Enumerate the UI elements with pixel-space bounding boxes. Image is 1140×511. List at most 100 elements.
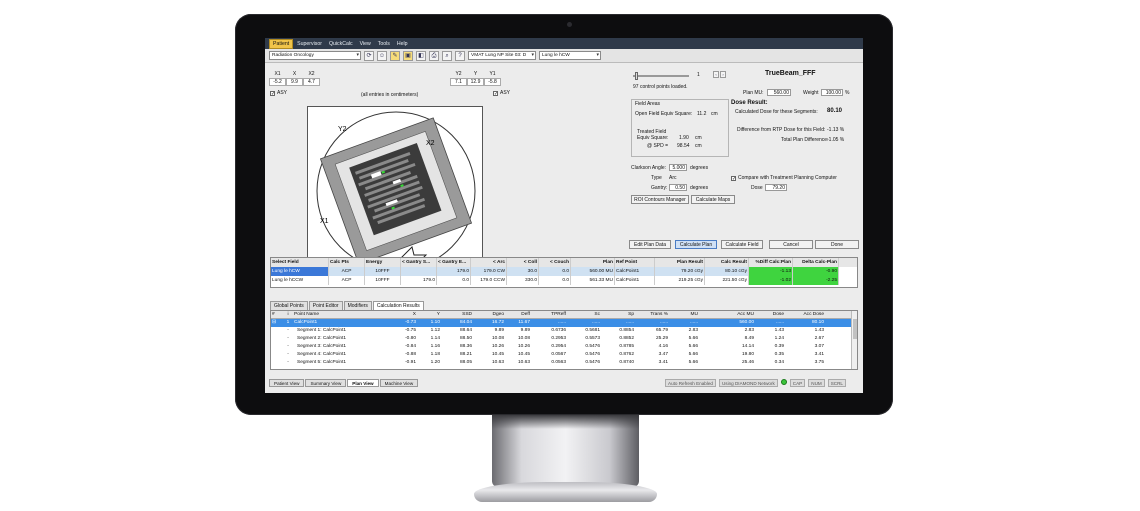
column-header[interactable]: SSD: [441, 311, 473, 318]
slider-thumb[interactable]: [635, 72, 638, 80]
segment-row[interactable]: - Segment 1: CalcPoint1 -0.75 1.12 88.64 9.89…: [271, 327, 857, 335]
column-header[interactable]: Sc: [567, 311, 601, 318]
column-header[interactable]: X: [389, 311, 417, 318]
print-icon[interactable]: ⎙: [429, 50, 439, 61]
field-name-cell[interactable]: Lung le hCCW: [271, 276, 329, 285]
column-header[interactable]: < Gantry E...: [437, 258, 471, 267]
jaw-x2-field[interactable]: 4.7: [303, 78, 320, 86]
jaw-y1-field[interactable]: -5.8: [484, 78, 501, 86]
calculate-maps-button[interactable]: Calculate Maps: [691, 195, 735, 204]
table-cell: -: [287, 336, 289, 341]
column-header[interactable]: TPReff: [531, 311, 567, 318]
calculate-field-button[interactable]: Calculate Field: [721, 240, 763, 249]
column-header[interactable]: i: [283, 311, 293, 318]
segment-row[interactable]: - Segment 4: CalcPoint1 -0.88 1.18 88.21 10.4…: [271, 351, 857, 359]
clarkson-field[interactable]: 5.000: [669, 164, 687, 171]
expand-icon[interactable]: [271, 327, 283, 335]
control-point-slider[interactable]: [633, 75, 689, 77]
expand-icon[interactable]: ⊟: [271, 319, 283, 327]
segment-row[interactable]: - Segment 3: CalcPoint1 -0.84 1.16 88.36 10.2…: [271, 343, 857, 351]
patient-icon[interactable]: ☺: [377, 50, 387, 61]
department-select[interactable]: Radiation Oncology: [269, 51, 361, 60]
column-header[interactable]: Calc Pts: [329, 258, 365, 267]
menu-view[interactable]: View: [357, 40, 374, 48]
scrollbar-thumb[interactable]: [853, 319, 857, 339]
column-header[interactable]: MU: [669, 311, 699, 318]
gantry-field[interactable]: 0.50: [669, 184, 687, 191]
search-icon[interactable]: ⌕: [442, 50, 452, 61]
weight-field[interactable]: 100.00: [821, 89, 843, 96]
plan-mu-field[interactable]: 560.00: [767, 89, 791, 96]
beams-eye-view[interactable]: Y2 X2 X1: [307, 106, 483, 277]
menu-help[interactable]: Help: [394, 40, 411, 48]
field-select[interactable]: Lung le hCW: [539, 51, 601, 60]
column-header[interactable]: Plan: [571, 258, 615, 267]
column-header[interactable]: < Couch: [539, 258, 571, 267]
tab-summary-view[interactable]: Summary View: [305, 379, 347, 387]
column-header[interactable]: Y: [417, 311, 441, 318]
column-header[interactable]: < Coll: [507, 258, 539, 267]
jaw-x1-field[interactable]: -5.2: [269, 78, 286, 86]
column-header[interactable]: < Arc: [471, 258, 507, 267]
table-row[interactable]: Lung le hCCW ACP 10FFF 179.0 0.0 179.0 C…: [271, 276, 857, 285]
tab-point-editor[interactable]: Point Editor: [308, 301, 343, 310]
column-header[interactable]: Calc Result: [705, 258, 749, 267]
column-header[interactable]: Dgeo: [473, 311, 505, 318]
compare-dose-field[interactable]: 79.20: [765, 184, 787, 191]
edit-icon[interactable]: ✎: [390, 50, 400, 61]
refresh-icon[interactable]: ⟳: [364, 50, 374, 61]
jaw-y2-field[interactable]: 7.1: [450, 78, 467, 86]
column-header[interactable]: Ref Point: [615, 258, 655, 267]
prev-icon[interactable]: ‹: [713, 71, 719, 78]
menu-patient[interactable]: Patient: [269, 38, 294, 49]
asy-y-checkbox[interactable]: ✓ ASY: [493, 90, 510, 96]
jaw-x-field[interactable]: 9.9: [286, 78, 303, 86]
tab-modifiers[interactable]: Modifiers: [343, 301, 372, 310]
column-header[interactable]: #: [271, 311, 283, 318]
menu-supervisor[interactable]: Supervisor: [294, 40, 325, 48]
column-header[interactable]: Delta Calc-Plan: [793, 258, 839, 267]
column-header[interactable]: Plan Result: [655, 258, 705, 267]
cancel-button[interactable]: Cancel: [769, 240, 813, 249]
expand-icon[interactable]: [271, 351, 283, 359]
open-icon[interactable]: ◧: [416, 50, 426, 61]
calc-point-row[interactable]: ⊟ 1 CalcPoint1 -0.73 1.10 84.04 16.72 11.67....…: [271, 319, 857, 327]
column-header[interactable]: Acc MU: [699, 311, 755, 318]
column-header[interactable]: Deff: [505, 311, 531, 318]
compare-tps-checkbox[interactable]: ✓ Compare with Treatment Planning Compute…: [731, 175, 837, 181]
tab-plan-view[interactable]: Plan View: [347, 379, 379, 387]
expand-icon[interactable]: [271, 335, 283, 343]
help-icon[interactable]: ?: [455, 50, 465, 61]
column-header[interactable]: < Gantry S...: [401, 258, 437, 267]
segment-row[interactable]: - Segment 2: CalcPoint1 -0.80 1.14 88.50 10.0…: [271, 335, 857, 343]
jaw-y-field[interactable]: 12.9: [467, 78, 484, 86]
edit-plan-data-button[interactable]: Edit Plan Data: [629, 240, 671, 249]
done-button[interactable]: Done: [815, 240, 859, 249]
column-header[interactable]: Select Field: [271, 258, 329, 267]
plan-select[interactable]: VMAT Lung NP Site 03: D: [468, 51, 536, 60]
tab-patient-view[interactable]: Patient View: [269, 379, 305, 387]
calculate-plan-button[interactable]: Calculate Plan: [675, 240, 717, 249]
menu-quickcalc[interactable]: QuickCalc: [326, 40, 356, 48]
tab-calculation-results[interactable]: Calculation Results: [372, 301, 424, 310]
column-header[interactable]: Dose: [755, 311, 785, 318]
expand-icon[interactable]: [271, 343, 283, 351]
roi-contours-button[interactable]: ROI Contours Manager: [631, 195, 689, 204]
column-header[interactable]: Trans %: [635, 311, 669, 318]
column-header[interactable]: %Diff Calc:Plan: [749, 258, 793, 267]
segment-row[interactable]: - Segment 5: CalcPoint1 -0.91 1.20 88.05 10.6…: [271, 359, 857, 367]
table-row[interactable]: Lung le hCW ACP 10FFF 179.0 179.0 CW 30.…: [271, 267, 857, 276]
folder-icon[interactable]: ▣: [403, 50, 413, 61]
column-header[interactable]: Point Name: [293, 311, 389, 318]
menu-tools[interactable]: Tools: [375, 40, 393, 48]
next-icon[interactable]: ›: [720, 71, 726, 78]
asy-x-checkbox[interactable]: ✓ ASY: [270, 90, 287, 96]
column-header[interactable]: Energy: [365, 258, 401, 267]
column-header[interactable]: Acc Dose: [785, 311, 825, 318]
column-header[interactable]: Sp: [601, 311, 635, 318]
expand-icon[interactable]: [271, 359, 283, 367]
tab-machine-view[interactable]: Machine View: [379, 379, 419, 387]
tab-global-points[interactable]: Global Points: [270, 301, 308, 310]
results-scrollbar[interactable]: [851, 311, 857, 369]
field-name-cell[interactable]: Lung le hCW: [271, 267, 329, 276]
